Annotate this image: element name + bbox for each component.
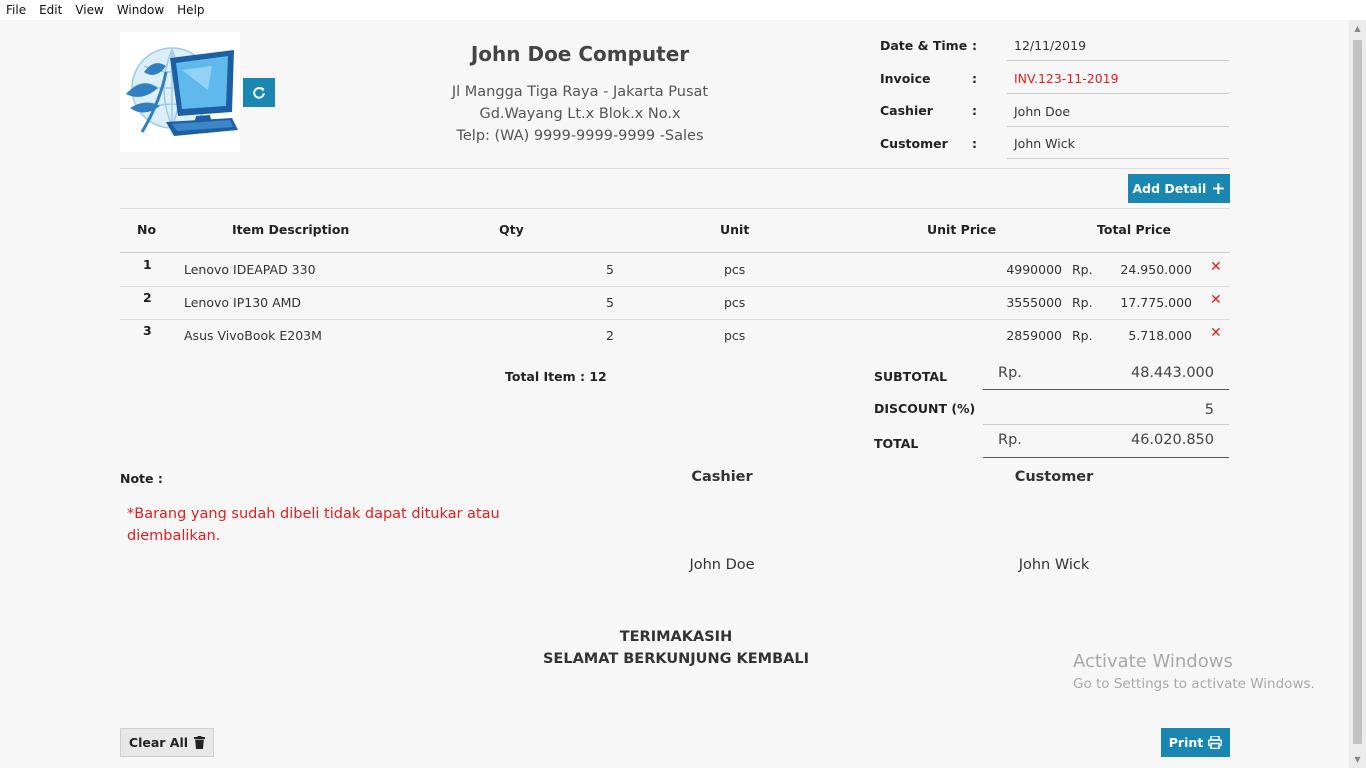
print-button[interactable]: Print — [1161, 728, 1230, 757]
vertical-scrollbar[interactable]: ▲ ▼ — [1349, 20, 1366, 768]
total-item-count: Total Item : 12 — [505, 369, 607, 384]
date-label: Date & Time — [880, 38, 968, 53]
customer-label: Customer — [880, 136, 948, 151]
invoice-field[interactable]: INV.123-11-2019 — [1007, 64, 1229, 94]
row-1-total: 24.950.000 — [1120, 262, 1192, 277]
print-label: Print — [1168, 735, 1204, 750]
close-icon[interactable]: ✕ — [1210, 259, 1222, 275]
row-2-qty: 5 — [606, 295, 614, 310]
row-1-rp: Rp. — [1072, 262, 1093, 277]
discount-value: 5 — [1204, 402, 1214, 418]
row-2-rp: Rp. — [1072, 295, 1093, 310]
total-field[interactable]: Rp. 46.020.850 — [983, 425, 1229, 458]
row-1-description: Lenovo IDEAPAD 330 — [184, 262, 316, 277]
total-value: 46.020.850 — [1130, 432, 1214, 448]
invoice-colon: : — [972, 71, 977, 86]
table-top-border — [120, 208, 1230, 209]
signature-customer-name: John Wick — [1018, 557, 1090, 573]
row-1-no: 1 — [143, 257, 152, 272]
menu-file[interactable]: File — [0, 3, 33, 17]
cashier-label: Cashier — [880, 103, 933, 118]
discount-field[interactable]: 5 — [983, 392, 1229, 425]
col-header-description: Item Description — [232, 222, 350, 237]
row-1-unit: pcs — [724, 262, 746, 277]
date-colon: : — [972, 38, 977, 53]
row-3-qty: 2 — [606, 328, 614, 343]
customer-field[interactable]: John Wick — [1007, 129, 1229, 159]
row-3-unit: pcs — [724, 328, 746, 343]
row-3-unit-price: 2859000 — [1006, 328, 1062, 343]
cashier-colon: : — [972, 103, 977, 118]
scrollbar-thumb[interactable] — [1353, 40, 1362, 744]
subtotal-value: 48.443.000 — [1130, 365, 1214, 381]
col-header-unit: Unit — [720, 222, 750, 237]
activate-windows-subtitle: Go to Settings to activate Windows. — [1073, 676, 1315, 692]
row-2-no: 2 — [143, 290, 152, 305]
signature-customer-title: Customer — [1014, 469, 1094, 485]
note-text: *Barang yang sudah dibeli tidak dapat di… — [127, 506, 500, 544]
company-name: John Doe Computer — [470, 42, 690, 66]
row-2-unit-price: 3555000 — [1006, 295, 1062, 310]
table-header-border — [120, 252, 1230, 253]
footer-come-again: SELAMAT BERKUNJUNG KEMBALI — [542, 651, 810, 667]
subtotal-label: SUBTOTAL — [874, 369, 948, 384]
activate-windows-title: Activate Windows — [1073, 651, 1233, 672]
customer-colon: : — [972, 136, 977, 151]
scroll-down-icon[interactable]: ▼ — [1349, 751, 1366, 768]
signature-cashier-name: John Doe — [689, 557, 755, 573]
row-3-no: 3 — [143, 323, 152, 338]
menu-edit[interactable]: Edit — [33, 3, 69, 17]
company-phone: Telp: (WA) 9999-9999-9999 -Sales — [456, 128, 704, 144]
signature-cashier-title: Cashier — [691, 469, 753, 485]
menu-view[interactable]: View — [69, 3, 110, 17]
computer-logo-icon — [120, 32, 240, 152]
menu-help[interactable]: Help — [171, 3, 211, 17]
col-header-qty: Qty — [499, 222, 524, 237]
footer-thanks: TERIMAKASIH — [619, 629, 733, 645]
refresh-button[interactable] — [243, 78, 275, 107]
row-divider — [120, 319, 1230, 320]
total-label: TOTAL — [874, 436, 919, 451]
add-detail-button[interactable]: Add Detail + — [1128, 174, 1230, 203]
close-icon[interactable]: ✕ — [1210, 292, 1222, 308]
col-header-no: No — [137, 222, 157, 237]
company-address-line1: Jl Mangga Tiga Raya - Jakarta Pusat — [451, 84, 709, 100]
scroll-up-icon[interactable]: ▲ — [1349, 20, 1366, 37]
printer-icon — [1208, 736, 1223, 749]
row-2-unit: pcs — [724, 295, 746, 310]
plus-icon: + — [1211, 178, 1226, 199]
menu-bar: File Edit View Window Help — [0, 0, 1366, 20]
row-1-unit-price: 4990000 — [1006, 262, 1062, 277]
header-divider — [120, 168, 1230, 169]
col-header-unit-price: Unit Price — [927, 222, 997, 237]
total-currency: Rp. — [998, 432, 1022, 448]
row-2-total: 17.775.000 — [1120, 295, 1192, 310]
clear-all-label: Clear All — [128, 735, 189, 750]
company-address-line2: Gd.Wayang Lt.x Blok.x No.x — [479, 106, 681, 122]
col-header-total-price: Total Price — [1097, 222, 1171, 237]
row-3-description: Asus VivoBook E203M — [184, 328, 322, 343]
invoice-label: Invoice — [880, 71, 931, 86]
cashier-field[interactable]: John Doe — [1007, 97, 1229, 127]
menu-window[interactable]: Window — [111, 3, 171, 17]
subtotal-currency: Rp. — [998, 365, 1022, 381]
row-3-rp: Rp. — [1072, 328, 1093, 343]
clear-all-button[interactable]: Clear All — [120, 728, 214, 757]
trash-icon — [194, 736, 206, 749]
close-icon[interactable]: ✕ — [1210, 325, 1222, 341]
discount-label: DISCOUNT (%) — [874, 401, 976, 416]
date-field[interactable]: 12/11/2019 — [1007, 31, 1229, 61]
refresh-icon — [253, 86, 265, 99]
row-1-qty: 5 — [606, 262, 614, 277]
row-divider — [120, 286, 1230, 287]
subtotal-field[interactable]: Rp. 48.443.000 — [983, 357, 1229, 390]
row-2-description: Lenovo IP130 AMD — [184, 295, 302, 310]
add-detail-label: Add Detail — [1132, 181, 1207, 196]
note-label: Note : — [120, 471, 163, 486]
row-3-total: 5.718.000 — [1128, 328, 1192, 343]
